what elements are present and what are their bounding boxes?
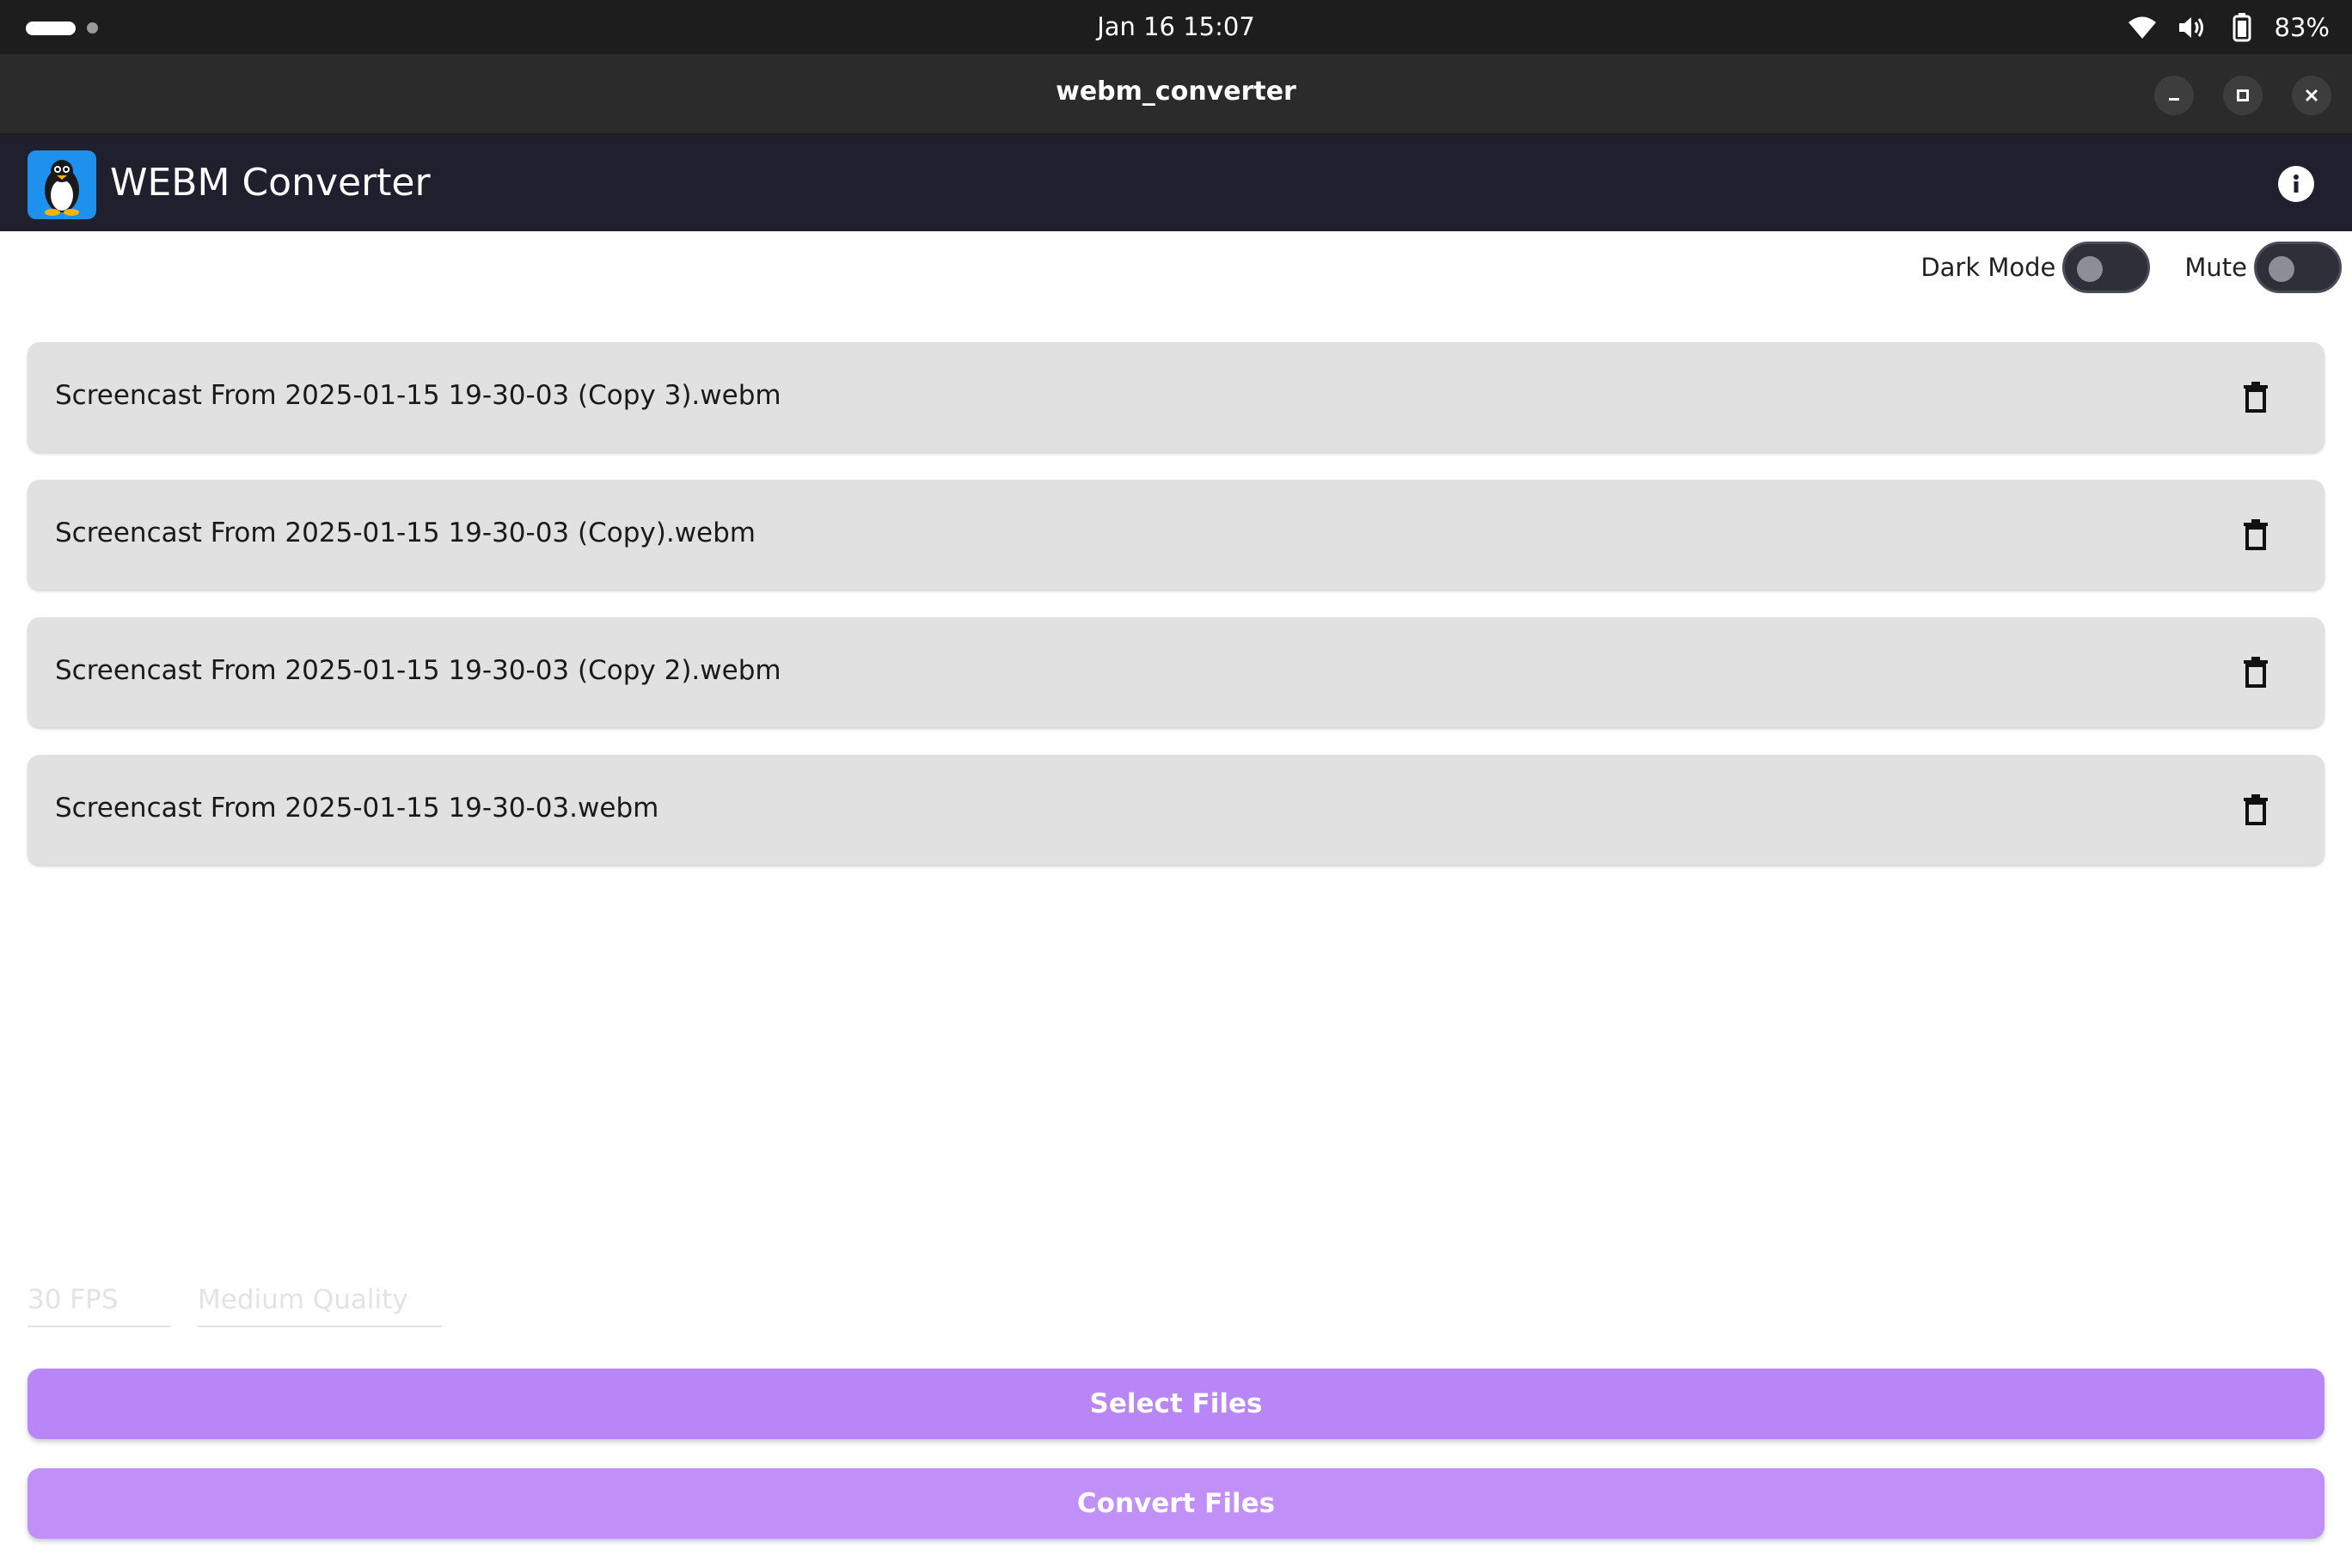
delete-file-button[interactable] <box>2235 652 2276 693</box>
clock[interactable]: Jan 16 15:07 <box>0 12 2352 41</box>
info-icon <box>2294 175 2299 193</box>
close-icon <box>2305 89 2318 102</box>
convert-files-button[interactable]: Convert Files <box>28 1468 2324 1539</box>
file-name: Screencast From 2025-01-15 19-30-03 (Cop… <box>55 380 781 411</box>
settings-toggles: Dark Mode Mute <box>1920 241 2342 294</box>
wifi-icon <box>2125 10 2159 45</box>
quality-dropdown[interactable]: Medium Quality <box>198 1281 442 1327</box>
file-name: Screencast From 2025-01-15 19-30-03 (Cop… <box>55 518 756 548</box>
dark-mode-switch[interactable] <box>2062 242 2151 293</box>
switch-knob <box>2077 256 2104 282</box>
select-files-button[interactable]: Select Files <box>28 1369 2324 1439</box>
mute-switch[interactable] <box>2254 242 2342 293</box>
trash-icon <box>2244 519 2268 550</box>
info-button[interactable] <box>2278 166 2314 202</box>
delete-file-button[interactable] <box>2235 514 2276 555</box>
conversion-options: 30 FPS Medium Quality <box>28 1281 442 1327</box>
file-list: Screencast From 2025-01-15 19-30-03 (Cop… <box>28 342 2324 892</box>
file-list-item[interactable]: Screencast From 2025-01-15 19-30-03 (Cop… <box>28 480 2324 590</box>
file-list-item[interactable]: Screencast From 2025-01-15 19-30-03 (Cop… <box>28 617 2324 727</box>
maximize-icon <box>2237 89 2249 101</box>
window-title: webm_converter <box>1056 77 1296 107</box>
system-top-bar: Jan 16 15:07 83% <box>0 0 2352 54</box>
switch-knob <box>2269 256 2294 282</box>
delete-file-button[interactable] <box>2235 377 2276 418</box>
minimize-button[interactable] <box>2154 76 2194 115</box>
delete-file-button[interactable] <box>2235 789 2276 830</box>
file-name: Screencast From 2025-01-15 19-30-03.webm <box>55 793 659 824</box>
mute-label: Mute <box>2184 253 2247 282</box>
tux-penguin-icon <box>28 150 96 219</box>
dark-mode-label: Dark Mode <box>1920 253 2056 282</box>
system-tray[interactable]: 83% <box>2125 10 2330 45</box>
minimize-icon <box>2169 98 2179 101</box>
window-titlebar[interactable]: webm_converter <box>0 54 2352 135</box>
file-list-item[interactable]: Screencast From 2025-01-15 19-30-03.webm <box>28 755 2324 865</box>
file-name: Screencast From 2025-01-15 19-30-03 (Cop… <box>55 655 781 686</box>
battery-percentage: 83% <box>2274 13 2330 42</box>
trash-icon <box>2244 382 2268 413</box>
maximize-button[interactable] <box>2223 76 2263 115</box>
volume-icon <box>2175 10 2209 45</box>
file-list-item[interactable]: Screencast From 2025-01-15 19-30-03 (Cop… <box>28 342 2324 452</box>
close-button[interactable] <box>2292 76 2331 115</box>
trash-icon <box>2244 794 2268 825</box>
battery-icon <box>2225 10 2259 45</box>
app-title: WEBM Converter <box>110 161 431 205</box>
fps-dropdown[interactable]: 30 FPS <box>28 1281 170 1327</box>
app-bar: WEBM Converter <box>0 135 2352 231</box>
trash-icon <box>2244 657 2268 688</box>
